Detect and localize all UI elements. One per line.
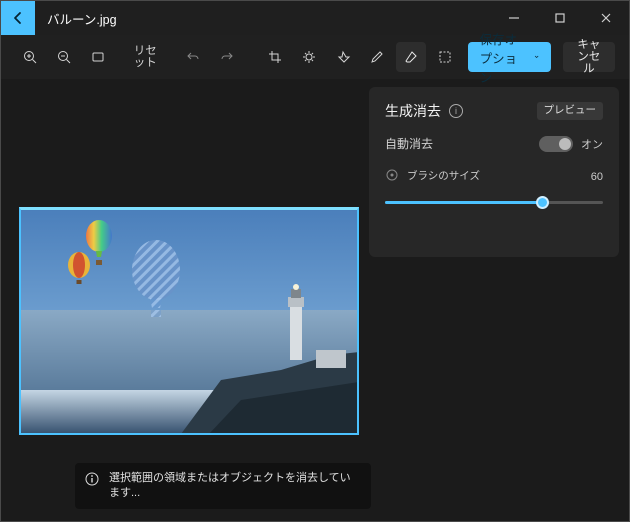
zoom-fit-button[interactable] <box>83 42 113 72</box>
maximize-icon <box>552 10 568 26</box>
title-bar: バルーン.jpg <box>1 1 629 35</box>
zoom-out-icon <box>56 49 72 65</box>
markup-button[interactable] <box>362 42 392 72</box>
crop-button[interactable] <box>260 42 290 72</box>
minimize-icon <box>506 10 522 26</box>
crop-icon <box>267 49 283 65</box>
pencil-icon <box>369 49 385 65</box>
background-icon <box>437 49 453 65</box>
panel-info-icon[interactable]: i <box>449 104 463 118</box>
adjust-button[interactable] <box>294 42 324 72</box>
slider-thumb[interactable] <box>536 196 549 209</box>
info-icon <box>85 472 99 491</box>
redo-button[interactable] <box>212 42 242 72</box>
status-tip: 選択範囲の領域またはオブジェクトを消去しています... <box>75 463 371 509</box>
sun-icon <box>301 49 317 65</box>
back-button[interactable] <box>1 1 35 35</box>
zoom-in-button[interactable] <box>15 42 45 72</box>
chevron-down-icon <box>534 52 539 62</box>
panel-title: 生成消去 <box>385 101 441 121</box>
arrow-left-icon <box>10 10 26 26</box>
preview-chip[interactable]: プレビュー <box>537 102 604 120</box>
auto-erase-toggle[interactable] <box>539 136 573 152</box>
cancel-button[interactable]: キャンセル <box>563 42 615 72</box>
window-title: バルーン.jpg <box>35 9 117 28</box>
reset-button[interactable]: リセット <box>124 42 166 72</box>
fit-icon <box>90 49 106 65</box>
filter-icon <box>335 49 351 65</box>
redo-icon <box>219 49 235 65</box>
save-options-button[interactable]: 保存オプション <box>468 42 551 72</box>
brush-size-value: 60 <box>591 171 603 183</box>
status-tip-text: 選択範囲の領域またはオブジェクトを消去しています... <box>109 472 351 499</box>
erase-panel: 生成消去 i プレビュー 自動消去 オン ブラシのサイズ 60 <box>369 87 619 257</box>
undo-button[interactable] <box>178 42 208 72</box>
close-icon <box>598 10 614 26</box>
erase-button[interactable] <box>396 42 426 72</box>
close-button[interactable] <box>583 1 629 35</box>
main-area: 選択範囲の領域またはオブジェクトを消去しています... 生成消去 i プレビュー… <box>1 79 629 521</box>
canvas-image <box>21 210 359 434</box>
toolbar: リセット 保存オプション キャンセル <box>1 35 629 79</box>
slider-fill <box>385 201 542 204</box>
erase-icon <box>403 49 419 65</box>
remove-bg-button[interactable] <box>430 42 460 72</box>
undo-icon <box>185 49 201 65</box>
zoom-in-icon <box>22 49 38 65</box>
auto-erase-label: 自動消去 <box>385 135 433 152</box>
canvas-area: 選択範囲の領域またはオブジェクトを消去しています... <box>1 79 369 521</box>
brush-size-slider[interactable] <box>385 193 603 211</box>
filter-button[interactable] <box>328 42 358 72</box>
brush-size-label: ブラシのサイズ <box>407 171 480 182</box>
maximize-button[interactable] <box>537 1 583 35</box>
zoom-out-button[interactable] <box>49 42 79 72</box>
image-canvas[interactable] <box>19 207 359 435</box>
save-options-label: 保存オプション <box>480 29 526 86</box>
brush-target-icon <box>385 168 399 185</box>
auto-erase-state: オン <box>581 136 603 152</box>
